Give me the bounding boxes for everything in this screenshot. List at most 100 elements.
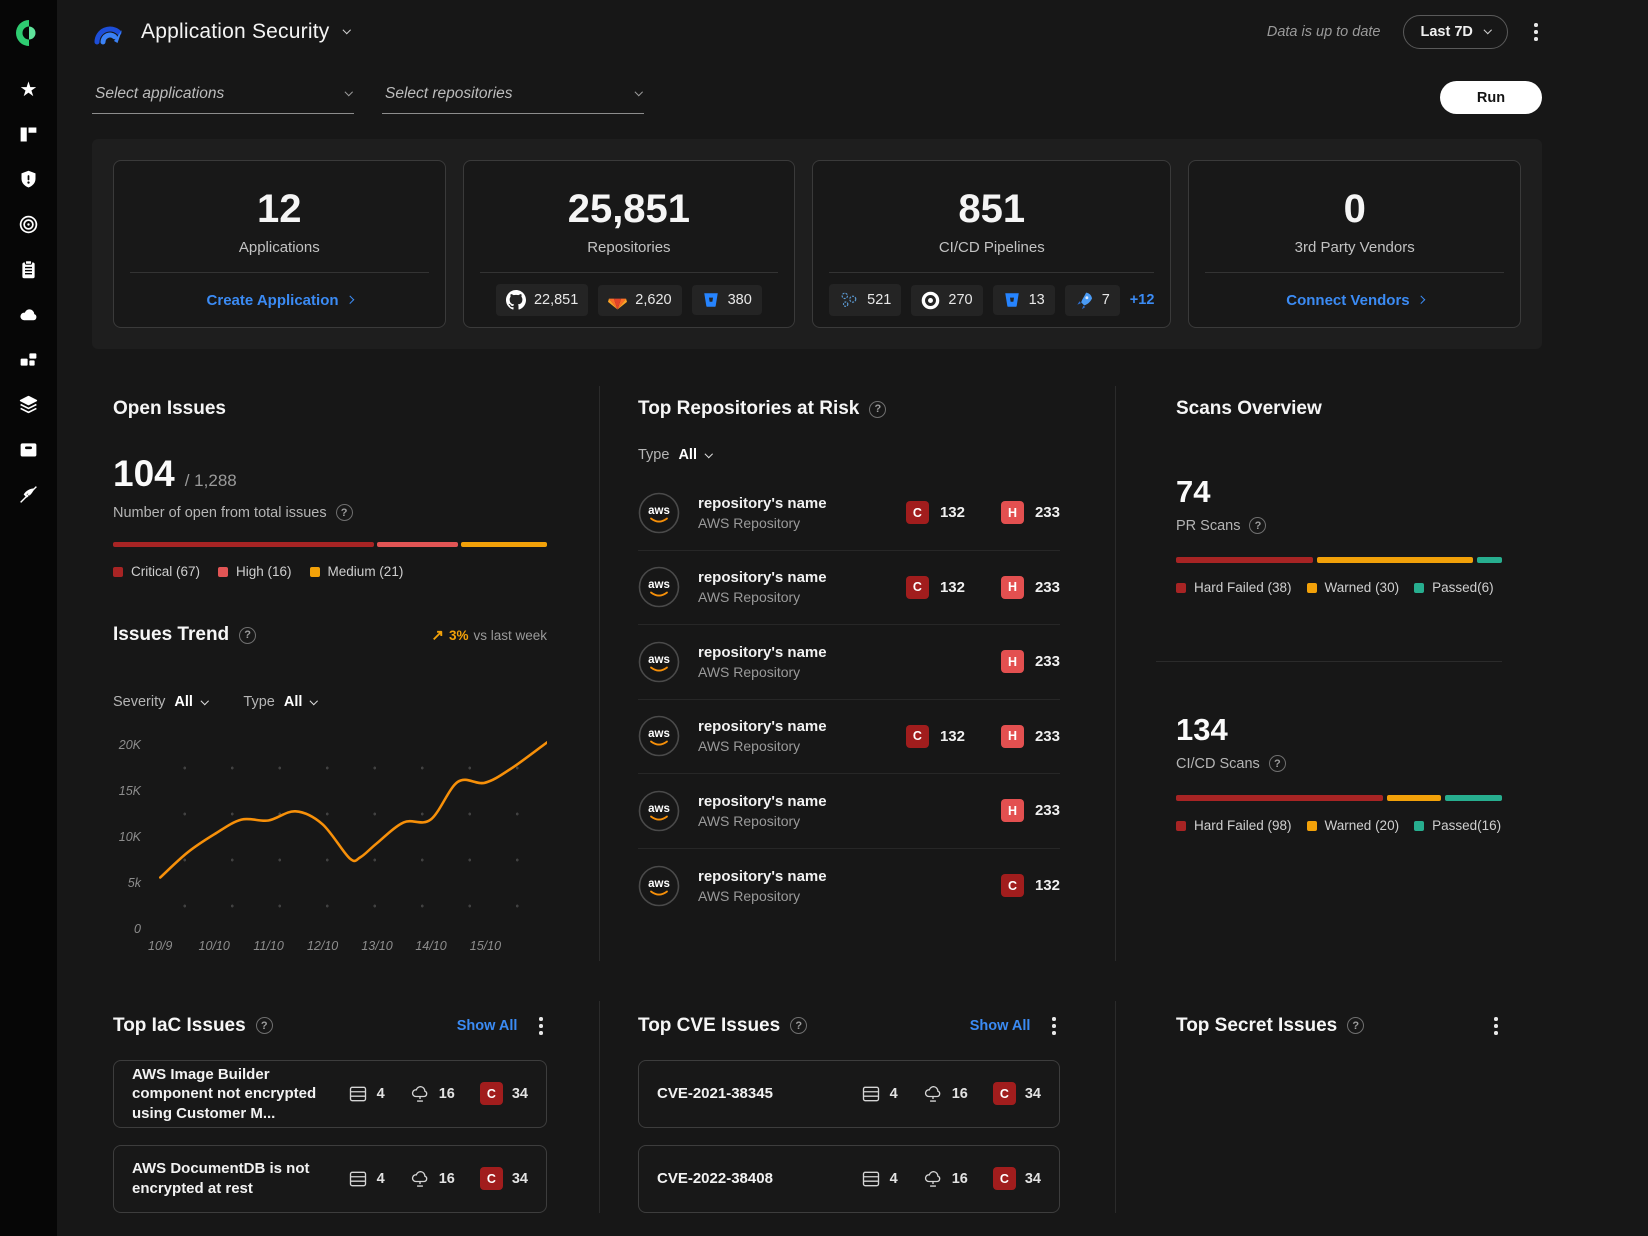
clipboard-icon[interactable] — [17, 258, 40, 281]
chevron-down-icon — [705, 450, 713, 458]
top-bar: Application Security Data is up to date … — [92, 0, 1542, 64]
help-icon[interactable] — [239, 627, 256, 644]
cve-issue-card[interactable]: CVE-2021-38345 4 16 C 34 — [638, 1060, 1060, 1128]
create-application-link[interactable]: Create Application — [207, 292, 352, 309]
pen-nib-icon[interactable] — [17, 483, 40, 506]
repository-row[interactable]: aws repository's nameAWS Repository H233 — [638, 774, 1060, 849]
pipelines-count: 851 — [958, 187, 1025, 232]
critical-count: C 34 — [993, 1167, 1041, 1190]
blocks-icon[interactable] — [17, 348, 40, 371]
cve-show-all-link[interactable]: Show All — [970, 1018, 1031, 1034]
iac-issue-card[interactable]: AWS Image Builder component not encrypte… — [113, 1060, 547, 1128]
cloud-count: 16 — [410, 1084, 455, 1104]
open-issues-severity-bar — [113, 542, 547, 547]
time-range-select[interactable]: Last 7D — [1403, 15, 1509, 49]
sidebar: ★ — [0, 0, 57, 1236]
iac-issue-card[interactable]: AWS DocumentDB is not encrypted at rest … — [113, 1145, 547, 1213]
help-icon[interactable] — [1269, 755, 1286, 772]
cloud-icon[interactable] — [17, 303, 40, 326]
help-icon[interactable] — [336, 504, 353, 521]
cve-issue-card[interactable]: CVE-2022-38408 4 16 C 34 — [638, 1145, 1060, 1213]
help-icon[interactable] — [256, 1017, 273, 1034]
kebab-menu-icon[interactable] — [1490, 1013, 1502, 1039]
favorites-star-icon[interactable]: ★ — [17, 78, 40, 101]
medium-segment — [461, 542, 547, 547]
module-switcher[interactable]: Application Security — [92, 16, 350, 48]
cloud-network-icon — [410, 1169, 430, 1189]
cloud-network-icon — [923, 1169, 943, 1189]
connect-vendors-link[interactable]: Connect Vendors — [1286, 292, 1423, 309]
layers-icon[interactable] — [17, 393, 40, 416]
bitbucket-pipelines-chip[interactable]: 13 — [993, 285, 1055, 315]
generic-ci-chip[interactable]: 521 — [829, 284, 901, 316]
repository-row[interactable]: aws repository's nameAWS Repository C132… — [638, 551, 1060, 626]
aws-icon: aws — [638, 790, 680, 832]
trend-up-icon: ↗ — [431, 626, 444, 644]
passed-segment — [1445, 795, 1502, 801]
critical-badge: C — [480, 1082, 503, 1105]
repository-row[interactable]: aws repository's nameAWS Repository C132… — [638, 476, 1060, 551]
rocket-icon — [1075, 291, 1094, 310]
critical-badge: C — [1001, 874, 1024, 897]
repositories-select[interactable]: Select repositories — [382, 85, 644, 114]
critical-badge: C — [993, 1167, 1016, 1190]
brand-logo-icon[interactable] — [13, 17, 45, 49]
chevron-down-icon — [344, 88, 352, 96]
critical-badge: C — [993, 1082, 1016, 1105]
storefront-icon[interactable] — [17, 438, 40, 461]
kebab-menu-icon[interactable] — [1048, 1013, 1060, 1039]
cicd-scans-count: 134 — [1176, 712, 1502, 748]
svg-text:aws: aws — [648, 728, 670, 740]
resources-count: 4 — [861, 1084, 898, 1104]
trend-x-axis: 10/9 10/10 11/10 12/10 13/10 14/10 15/10 — [147, 939, 547, 961]
top-repositories-title: Top Repositories at Risk — [638, 398, 859, 420]
repo-type-filter[interactable]: Type All — [638, 447, 711, 463]
svg-text:aws: aws — [648, 878, 670, 890]
kebab-menu-icon[interactable] — [1530, 19, 1542, 45]
type-filter[interactable]: Type All — [243, 694, 316, 710]
chevron-down-icon — [1484, 26, 1492, 34]
bitbucket-repos-chip[interactable]: 380 — [692, 285, 762, 315]
high-segment — [377, 542, 458, 547]
repository-row[interactable]: aws repository's nameAWS Repository C132… — [638, 700, 1060, 775]
legend-warned: Warned (30) — [1307, 580, 1400, 595]
chevron-down-icon — [343, 26, 351, 34]
svg-text:aws: aws — [648, 803, 670, 815]
cicd-scans-label: CI/CD Scans — [1176, 756, 1260, 772]
more-pipelines-link[interactable]: +12 — [1130, 292, 1155, 308]
scans-overview-column: Scans Overview 74 PR Scans Hard Failed (… — [1115, 386, 1542, 961]
resources-count: 4 — [861, 1169, 898, 1189]
filter-row: Select applications Select repositories … — [92, 68, 1542, 114]
circleci-chip[interactable]: 270 — [911, 285, 982, 316]
dashboard-icon[interactable] — [17, 123, 40, 146]
trend-plot-area — [147, 724, 547, 929]
help-icon[interactable] — [790, 1017, 807, 1034]
critical-count: C 34 — [480, 1082, 528, 1105]
total-issues-count: / 1,288 — [185, 471, 237, 491]
resources-icon — [348, 1084, 368, 1104]
iac-show-all-link[interactable]: Show All — [457, 1018, 518, 1034]
run-button[interactable]: Run — [1440, 81, 1542, 114]
applications-select[interactable]: Select applications — [92, 85, 354, 114]
repository-row[interactable]: aws repository's nameAWS Repository H233 — [638, 625, 1060, 700]
data-status-text: Data is up to date — [1267, 24, 1381, 40]
kebab-menu-icon[interactable] — [535, 1013, 547, 1039]
help-icon[interactable] — [1249, 517, 1266, 534]
target-icon[interactable] — [17, 213, 40, 236]
high-badge: H — [1001, 725, 1024, 748]
help-icon[interactable] — [1347, 1017, 1364, 1034]
critical-badge: C — [906, 576, 929, 599]
rocket-chip[interactable]: 7 — [1065, 285, 1120, 316]
severity-filter[interactable]: Severity All — [113, 694, 207, 710]
repository-row[interactable]: aws repository's nameAWS Repository C132 — [638, 849, 1060, 924]
divider — [1156, 661, 1502, 662]
pr-scans-label: PR Scans — [1176, 518, 1240, 534]
help-icon[interactable] — [869, 401, 886, 418]
shield-alert-icon[interactable] — [17, 168, 40, 191]
warned-segment — [1387, 795, 1441, 801]
top-cve-column: Top CVE Issues Show All CVE-2021-38345 4 — [599, 1001, 1115, 1213]
resources-count: 4 — [348, 1169, 385, 1189]
mid-section: Open Issues 104 / 1,288 Number of open f… — [92, 386, 1542, 961]
github-repos-chip[interactable]: 22,851 — [496, 284, 588, 316]
gitlab-repos-chip[interactable]: 2,620 — [598, 285, 681, 316]
